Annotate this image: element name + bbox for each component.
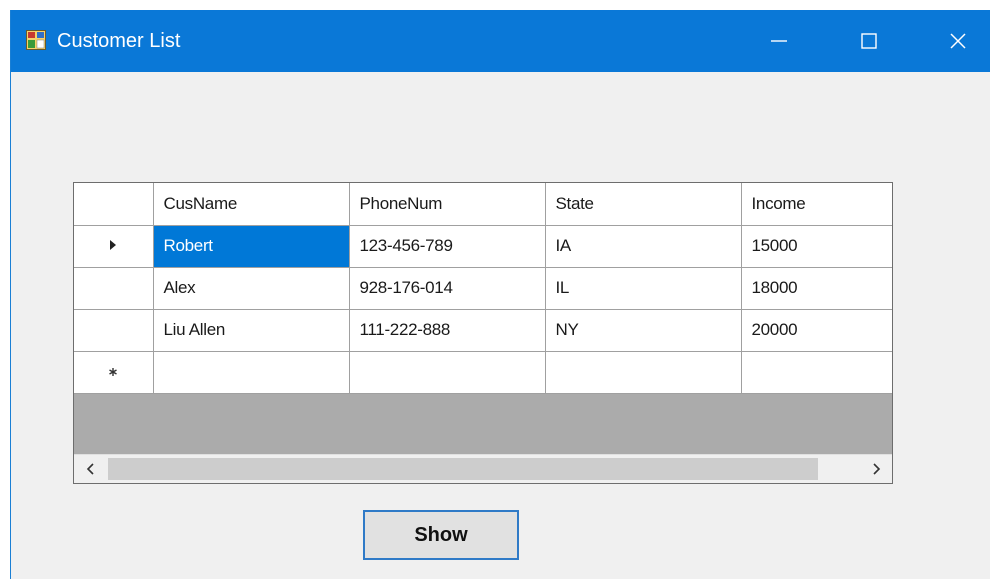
- scroll-left-icon: [86, 463, 94, 475]
- row-header[interactable]: [74, 225, 154, 268]
- column-header-phonenum[interactable]: PhoneNum: [349, 183, 546, 226]
- column-header-row: CusName PhoneNum State Income: [74, 183, 892, 226]
- column-header-state[interactable]: State: [545, 183, 742, 226]
- customer-data-grid[interactable]: CusName PhoneNum State Income Robert 123…: [73, 182, 893, 484]
- minimize-icon: [771, 40, 787, 42]
- table-cell[interactable]: IA: [545, 225, 742, 268]
- row-header[interactable]: [74, 309, 154, 352]
- top-left-header-cell[interactable]: [74, 183, 154, 226]
- column-header-cusname[interactable]: CusName: [153, 183, 350, 226]
- table-cell[interactable]: 20000: [741, 309, 892, 352]
- show-button[interactable]: Show: [363, 510, 519, 560]
- current-row-arrow-icon: [110, 240, 117, 250]
- maximize-icon: [861, 33, 877, 49]
- scroll-right-button[interactable]: [859, 455, 892, 483]
- customer-list-window: Customer List CusName PhoneNum State Inc…: [10, 10, 990, 579]
- close-button[interactable]: [929, 10, 987, 72]
- row-header[interactable]: [74, 351, 154, 394]
- table-cell[interactable]: IL: [545, 267, 742, 310]
- table-cell[interactable]: Robert: [153, 225, 350, 268]
- new-row-cell[interactable]: [349, 351, 546, 394]
- scroll-left-button[interactable]: [74, 455, 107, 483]
- new-row: [74, 351, 892, 394]
- close-icon: [950, 33, 966, 49]
- table-cell[interactable]: 123-456-789: [349, 225, 546, 268]
- column-header-income[interactable]: Income: [741, 183, 892, 226]
- horizontal-scrollbar[interactable]: [74, 454, 892, 483]
- table-cell[interactable]: 111-222-888: [349, 309, 546, 352]
- new-row-cell[interactable]: [153, 351, 350, 394]
- row-header[interactable]: [74, 267, 154, 310]
- table-cell[interactable]: 18000: [741, 267, 892, 310]
- minimize-button[interactable]: [750, 10, 808, 72]
- new-row-cell[interactable]: [545, 351, 742, 394]
- scrollbar-thumb[interactable]: [108, 458, 818, 480]
- title-bar[interactable]: Customer List: [11, 10, 990, 72]
- table-row: Robert 123-456-789 IA 15000: [74, 225, 892, 268]
- maximize-button[interactable]: [840, 10, 898, 72]
- grid-table: CusName PhoneNum State Income Robert 123…: [74, 183, 892, 394]
- new-row-asterisk-icon: [109, 368, 118, 376]
- table-row: Alex 928-176-014 IL 18000: [74, 267, 892, 310]
- new-row-cell[interactable]: [741, 351, 892, 394]
- table-row: Liu Allen 111-222-888 NY 20000: [74, 309, 892, 352]
- table-cell[interactable]: 15000: [741, 225, 892, 268]
- scroll-right-icon: [872, 463, 880, 475]
- table-cell[interactable]: Alex: [153, 267, 350, 310]
- table-cell[interactable]: Liu Allen: [153, 309, 350, 352]
- table-cell[interactable]: 928-176-014: [349, 267, 546, 310]
- form-app-icon: [26, 30, 46, 50]
- table-cell[interactable]: NY: [545, 309, 742, 352]
- window-title: Customer List: [57, 30, 181, 52]
